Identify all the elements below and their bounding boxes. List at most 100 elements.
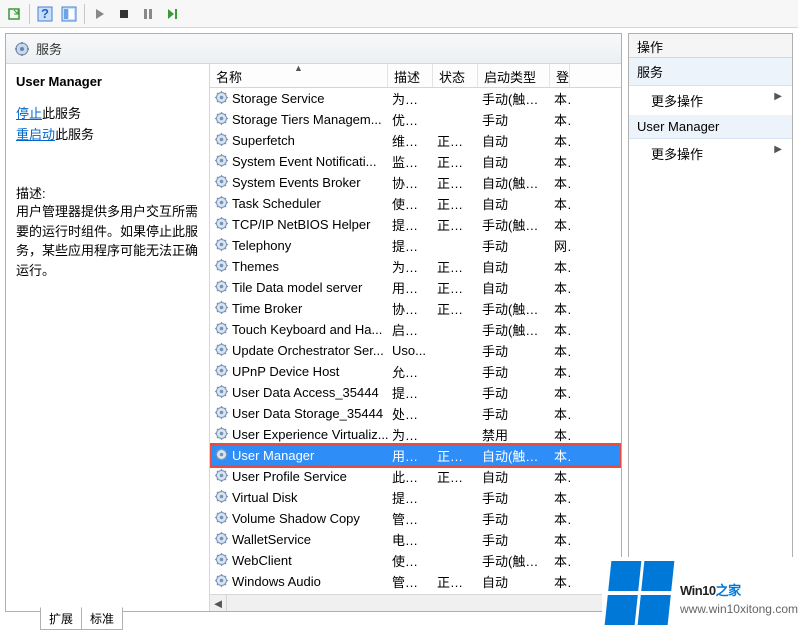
service-row[interactable]: Tile Data model server用于...正在...自动本 — [210, 277, 621, 298]
gear-icon — [214, 573, 232, 591]
more-actions-2[interactable]: 更多操作▶ — [629, 139, 792, 168]
service-logon-cell: 本 — [550, 446, 570, 465]
toolbar: ? — [0, 0, 798, 28]
service-row[interactable]: TCP/IP NetBIOS Helper提供...正在...手动(触发...本 — [210, 214, 621, 235]
service-start-cell: 自动 — [478, 257, 550, 276]
service-row[interactable]: User Manager用户...正在...自动(触发...本 — [210, 445, 621, 466]
service-logon-cell: 网 — [550, 236, 570, 255]
service-row[interactable]: Volume Shadow Copy管理...手动本 — [210, 508, 621, 529]
more-actions-1[interactable]: 更多操作▶ — [629, 86, 792, 115]
service-desc-cell: 电子... — [388, 530, 433, 549]
service-start-cell: 自动 — [478, 152, 550, 171]
service-row[interactable]: Task Scheduler使用...正在...自动本 — [210, 193, 621, 214]
tab-extended[interactable]: 扩展 — [40, 607, 82, 630]
restart-icon[interactable] — [161, 3, 183, 25]
view-icon[interactable] — [58, 3, 80, 25]
col-start[interactable]: 启动类型 — [478, 64, 550, 87]
stop-link[interactable]: 停止 — [16, 106, 42, 121]
service-name-cell: User Profile Service — [210, 468, 388, 486]
service-row[interactable]: Storage Service为存...手动(触发...本 — [210, 88, 621, 109]
gear-icon — [214, 321, 232, 339]
list-rows[interactable]: Storage Service为存...手动(触发...本Storage Tie… — [210, 88, 621, 594]
play-icon[interactable] — [89, 3, 111, 25]
service-logon-cell: 本 — [550, 257, 570, 276]
service-desc-cell: 启用... — [388, 320, 433, 339]
service-logon-cell: 本 — [550, 299, 570, 318]
service-row[interactable]: User Experience Virtualiz...为应...禁用本 — [210, 424, 621, 445]
service-name-cell: Superfetch — [210, 132, 388, 150]
service-row[interactable]: Storage Tiers Managem...优化...手动本 — [210, 109, 621, 130]
service-start-cell: 手动(触发... — [478, 89, 550, 108]
services-icon — [14, 41, 30, 57]
service-status-cell: 正在... — [433, 299, 478, 318]
service-name-cell: TCP/IP NetBIOS Helper — [210, 216, 388, 234]
service-desc-cell: 维护... — [388, 131, 433, 150]
services-pane: 服务 User Manager 停止此服务 重启动此服务 描述: 用户管理器提供… — [5, 33, 622, 612]
service-row[interactable]: User Profile Service此服...正在...自动本 — [210, 466, 621, 487]
col-desc[interactable]: 描述 — [388, 64, 433, 87]
tab-standard[interactable]: 标准 — [81, 607, 123, 630]
pause-icon[interactable] — [137, 3, 159, 25]
service-start-cell: 手动 — [478, 341, 550, 360]
service-status-cell: 正在... — [433, 572, 478, 591]
service-logon-cell: 本 — [550, 383, 570, 402]
description-text: 用户管理器提供多用户交互所需要的运行时组件。如果停止此服务，某些应用程序可能无法… — [16, 202, 199, 280]
service-start-cell: 手动(触发... — [478, 320, 550, 339]
service-row[interactable]: Superfetch维护...正在...自动本 — [210, 130, 621, 151]
service-row[interactable]: System Events Broker协调...正在...自动(触发...本 — [210, 172, 621, 193]
h-scrollbar[interactable]: ◄ — [210, 594, 621, 611]
gear-icon — [214, 279, 232, 297]
service-logon-cell: 本 — [550, 425, 570, 444]
col-status[interactable]: 状态 — [433, 64, 478, 87]
help-icon[interactable]: ? — [34, 3, 56, 25]
gear-icon — [214, 195, 232, 213]
service-name-cell: User Data Storage_35444 — [210, 405, 388, 423]
service-logon-cell: 本 — [550, 194, 570, 213]
gear-icon — [214, 90, 232, 108]
gear-icon — [214, 447, 232, 465]
service-desc-cell: 提供... — [388, 236, 433, 255]
service-name-cell: Windows Audio — [210, 573, 388, 591]
gear-icon — [214, 489, 232, 507]
service-logon-cell: 本 — [550, 152, 570, 171]
col-name[interactable]: 名称▲ — [210, 64, 388, 87]
service-logon-cell: 本 — [550, 320, 570, 339]
service-row[interactable]: User Data Storage_35444处理...手动本 — [210, 403, 621, 424]
service-desc-cell: 允许... — [388, 362, 433, 381]
service-row[interactable]: Telephony提供...手动网 — [210, 235, 621, 256]
service-status-cell: 正在... — [433, 257, 478, 276]
service-row[interactable]: Virtual Disk提供...手动本 — [210, 487, 621, 508]
gear-icon — [214, 384, 232, 402]
service-row[interactable]: System Event Notificati...监视...正在...自动本 — [210, 151, 621, 172]
service-row[interactable]: UPnP Device Host允许...手动本 — [210, 361, 621, 382]
stop-icon[interactable] — [113, 3, 135, 25]
service-row[interactable]: Windows Audio管理...正在...自动本 — [210, 571, 621, 592]
services-header: 服务 — [6, 34, 621, 64]
service-row[interactable]: WalletService电子...手动本 — [210, 529, 621, 550]
service-row[interactable]: WebClient使基...手动(触发...本 — [210, 550, 621, 571]
gear-icon — [214, 258, 232, 276]
service-logon-cell: 本 — [550, 404, 570, 423]
service-desc-cell: 用于... — [388, 278, 433, 297]
description-label: 描述: — [16, 183, 199, 202]
service-start-cell: 自动 — [478, 131, 550, 150]
service-row[interactable]: Update Orchestrator Ser...Uso...手动本 — [210, 340, 621, 361]
gear-icon — [214, 363, 232, 381]
service-name-cell: Virtual Disk — [210, 489, 388, 507]
gear-icon — [214, 216, 232, 234]
service-logon-cell: 本 — [550, 572, 570, 591]
service-name-cell: User Experience Virtualiz... — [210, 426, 388, 444]
service-row[interactable]: User Data Access_35444提供...手动本 — [210, 382, 621, 403]
service-row[interactable]: Time Broker协调...正在...手动(触发...本 — [210, 298, 621, 319]
service-name-cell: Themes — [210, 258, 388, 276]
export-icon[interactable] — [3, 3, 25, 25]
service-desc-cell: 用户... — [388, 446, 433, 465]
service-row[interactable]: Touch Keyboard and Ha...启用...手动(触发...本 — [210, 319, 621, 340]
service-row[interactable]: Themes为用...正在...自动本 — [210, 256, 621, 277]
service-desc-cell: 提供... — [388, 383, 433, 402]
service-logon-cell: 本 — [550, 131, 570, 150]
service-name-cell: User Manager — [210, 447, 388, 465]
col-logon[interactable]: 登 — [550, 64, 570, 87]
restart-link[interactable]: 重启动 — [16, 127, 55, 142]
service-logon-cell: 本 — [550, 110, 570, 129]
